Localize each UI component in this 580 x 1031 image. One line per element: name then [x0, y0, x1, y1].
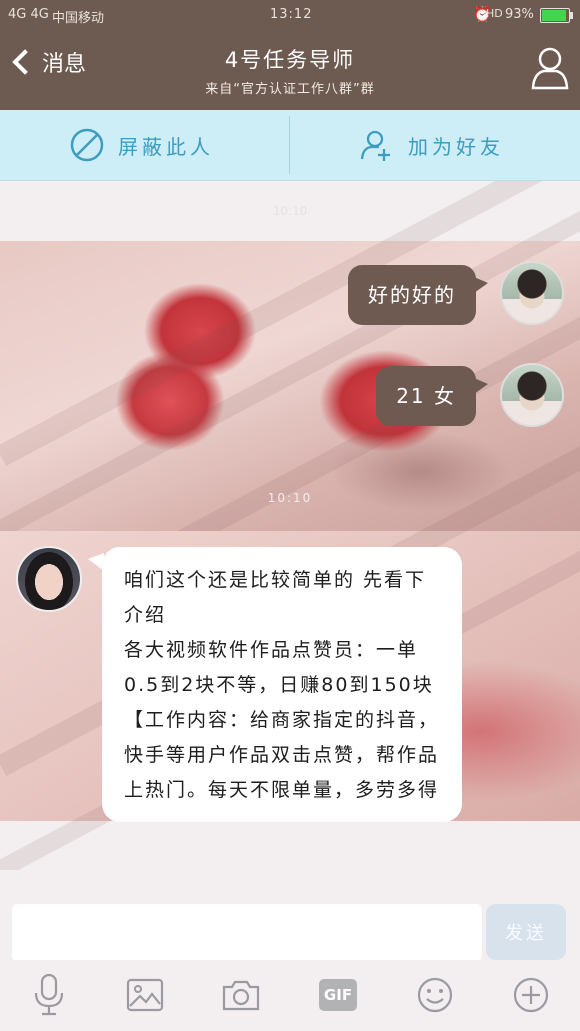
divider: [289, 116, 290, 174]
message-input[interactable]: [12, 904, 482, 962]
block-icon: [70, 128, 104, 162]
stranger-action-bar: 屏蔽此人 加为好友: [0, 110, 580, 181]
input-toolbar: GIF: [0, 960, 580, 1031]
message-line: 各大视频软件作品点赞员：一单0.5到2块不等，日赚80到150块: [124, 639, 434, 696]
block-user-button[interactable]: 屏蔽此人: [70, 110, 214, 180]
send-button[interactable]: 发送: [486, 904, 566, 960]
mic-icon[interactable]: [26, 972, 72, 1018]
clock: 13:12: [270, 7, 313, 22]
hd-indicator: HD: [486, 7, 503, 20]
person-icon[interactable]: [530, 44, 570, 90]
my-avatar[interactable]: [500, 261, 564, 325]
gif-icon[interactable]: GIF: [315, 972, 361, 1018]
chat-background-photo: [0, 181, 580, 635]
status-bar: 4G 4G 中国移动 13:12 ⏰ HD 93%: [0, 0, 580, 30]
my-avatar[interactable]: [500, 363, 564, 427]
add-friend-icon: [360, 130, 390, 161]
block-user-label: 屏蔽此人: [118, 134, 214, 159]
incoming-message-bubble[interactable]: 咱们这个还是比较简单的 先看下介绍 各大视频软件作品点赞员：一单0.5到2块不等…: [88, 547, 462, 822]
sender-avatar[interactable]: [16, 546, 82, 612]
add-friend-label: 加为好友: [408, 134, 504, 159]
plus-icon[interactable]: [508, 972, 554, 1018]
chat-area[interactable]: 10:10 好的好的 21 女 10:10 咱们这个还是比较简单的 先看下介绍 …: [0, 181, 580, 870]
page-subtitle: 来自“官方认证工作八群”群: [205, 82, 375, 97]
message-line: 咱们这个还是比较简单的 先看下介绍: [124, 569, 427, 626]
image-icon[interactable]: [122, 972, 168, 1018]
add-friend-button[interactable]: 加为好友: [360, 110, 504, 180]
time-divider: 10:10: [267, 491, 313, 505]
emoji-icon[interactable]: [412, 972, 458, 1018]
battery-icon: [540, 8, 573, 23]
gif-label: GIF: [318, 979, 358, 1011]
message-line: 【工作内容：给商家指定的抖音，快手等用户作品双击点赞，帮作品上热门。每天不限单量…: [124, 709, 440, 801]
outgoing-message-bubble[interactable]: 21 女: [376, 366, 488, 426]
carrier-name: 中国移动: [52, 11, 105, 26]
camera-icon[interactable]: [218, 972, 264, 1018]
outgoing-message-bubble[interactable]: 好的好的: [348, 265, 488, 325]
battery-fill: [542, 10, 566, 21]
input-bar: 发送: [0, 870, 580, 962]
signal-indicator: 4G 4G: [8, 7, 49, 22]
header-bar: 消息 4号任务导师 来自“官方认证工作八群”群: [0, 30, 580, 110]
page-title: 4号任务导师: [224, 48, 356, 72]
battery-percent: 93%: [505, 7, 534, 22]
